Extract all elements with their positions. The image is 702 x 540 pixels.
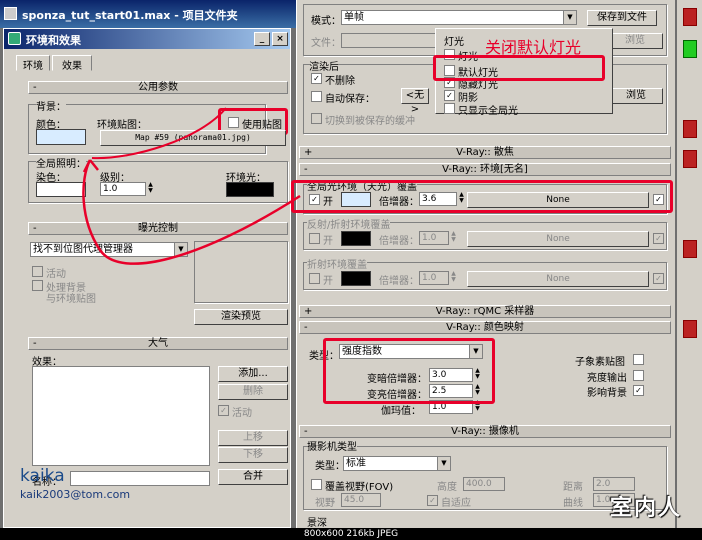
annotation-arrow-head bbox=[82, 159, 99, 173]
status-bar: 800x600 216kb JPEG bbox=[0, 528, 702, 540]
annotation-arrow-path bbox=[82, 159, 301, 265]
annotation-arrow bbox=[82, 107, 301, 265]
annotation-arrow-path-2 bbox=[91, 107, 227, 160]
watermark: 室内人 bbox=[610, 495, 683, 521]
